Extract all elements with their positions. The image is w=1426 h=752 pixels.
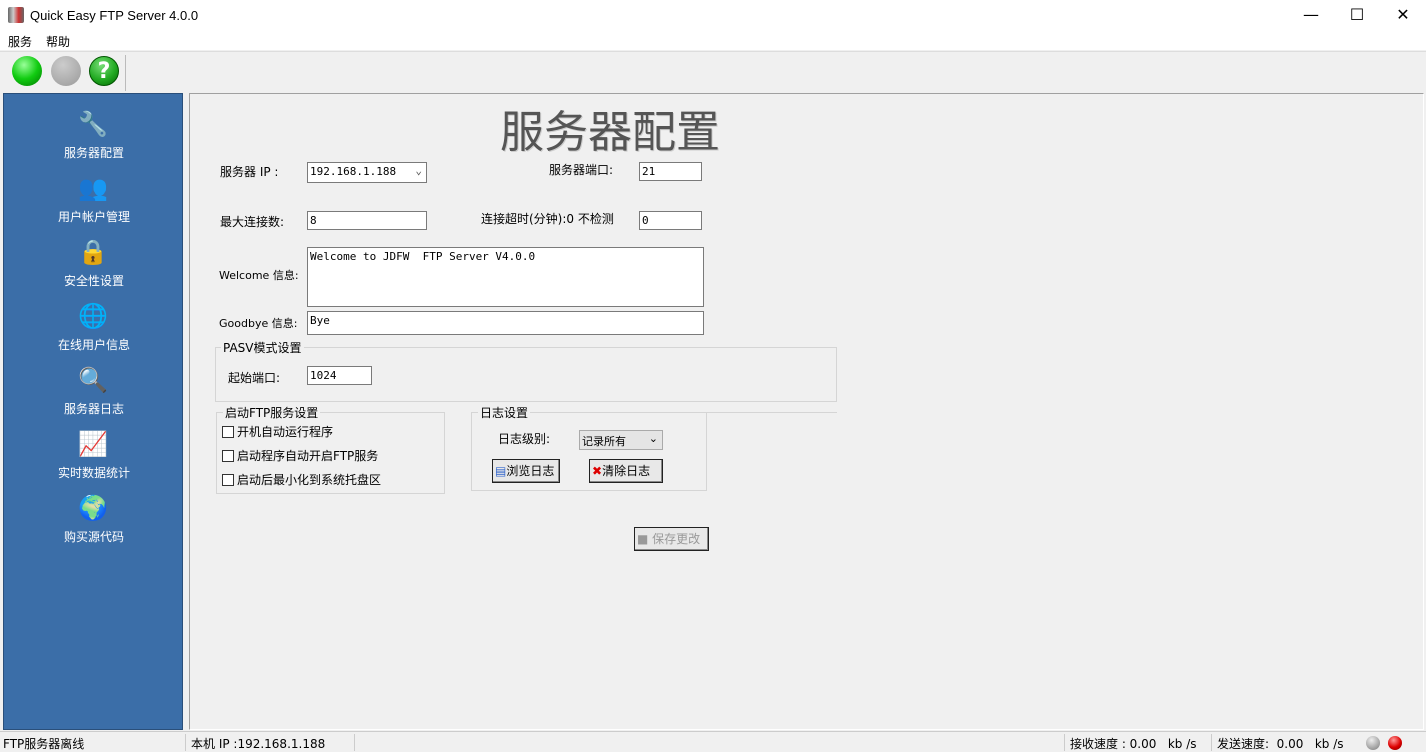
document-icon: ▤ <box>495 464 507 478</box>
button-label: 保存更改 <box>652 532 701 546</box>
maximize-button[interactable]: ☐ <box>1334 0 1380 32</box>
toolbar-divider <box>125 55 126 91</box>
sidebar-item-user-accounts[interactable]: 👥 用户帐户管理 <box>4 172 184 232</box>
save-icon: ■ <box>637 532 649 546</box>
autostart-ftp-checkbox[interactable]: 启动程序自动开启FTP服务 <box>222 447 378 464</box>
pulse-chart-icon: 📈 <box>78 430 108 458</box>
sidebar: 🔧 服务器配置 👥 用户帐户管理 🔒 安全性设置 🌐 在线用户信息 🔍 服务器日志 📈 实时… <box>3 93 183 730</box>
server-config-panel: 服务器配置 服务器 IP : 192.168.1.188 ⌄ 服务器端口: 21 … <box>189 93 1424 730</box>
sidebar-item-label: 实时数据统计 <box>57 466 130 480</box>
browse-log-button[interactable]: ▤浏览日志 <box>492 459 560 483</box>
divider <box>1211 734 1212 751</box>
sidebar-item-security[interactable]: 🔒 安全性设置 <box>4 236 184 296</box>
sidebar-item-online-users[interactable]: 🌐 在线用户信息 <box>4 300 184 360</box>
sidebar-item-label: 用户帐户管理 <box>57 210 130 224</box>
toolbar <box>0 51 1426 92</box>
save-changes-button[interactable]: ■ 保存更改 <box>634 527 709 551</box>
clear-log-button[interactable]: ✖清除日志 <box>589 459 663 483</box>
sidebar-item-label: 服务器日志 <box>63 402 124 416</box>
log-level-label: 日志级别: <box>498 432 551 446</box>
log-level-value: 记录所有 <box>582 435 626 448</box>
ie-globe-icon: 🌍 <box>78 494 108 522</box>
receive-speed: 接收速度 : 0.00 kb /s <box>1070 737 1197 751</box>
welcome-textarea[interactable]: Welcome to JDFW FTP Server V4.0.0 <box>307 247 704 307</box>
users-icon: 👥 <box>78 174 108 202</box>
sidebar-item-statistics[interactable]: 📈 实时数据统计 <box>4 428 184 488</box>
autorun-checkbox[interactable]: 开机自动运行程序 <box>222 423 333 440</box>
minimize-button[interactable]: — <box>1288 0 1334 32</box>
checkbox-label: 开机自动运行程序 <box>237 425 334 439</box>
send-speed: 发送速度: 0.00 kb /s <box>1217 737 1344 751</box>
app-icon <box>8 7 24 23</box>
timeout-input[interactable]: 0 <box>639 211 702 230</box>
red-indicator-icon <box>1388 736 1402 750</box>
delete-icon: ✖ <box>592 464 603 478</box>
pasv-group-title: PASV模式设置 <box>221 339 304 356</box>
goodbye-label: Goodbye 信息: <box>219 317 298 330</box>
checkbox-label: 启动程序自动开启FTP服务 <box>237 449 379 463</box>
title-bar: Quick Easy FTP Server 4.0.0 — ☐ ✕ <box>0 0 1426 32</box>
sidebar-item-server-log[interactable]: 🔍 服务器日志 <box>4 364 184 424</box>
port-input[interactable]: 21 <box>639 162 702 181</box>
pasv-start-port-input[interactable]: 1024 <box>307 366 372 385</box>
help-icon[interactable]: ? <box>89 56 119 86</box>
button-label: 清除日志 <box>602 464 651 478</box>
sidebar-item-label: 服务器配置 <box>63 146 124 160</box>
max-connections-label: 最大连接数: <box>220 215 285 229</box>
menu-help[interactable]: 帮助 <box>46 33 70 50</box>
timeout-label: 连接超时(分钟):0 不检测 <box>481 212 614 226</box>
ip-label: 服务器 IP : <box>220 165 279 179</box>
pasv-start-port-label: 起始端口: <box>228 371 281 385</box>
checkbox-label: 启动后最小化到系统托盘区 <box>237 473 382 487</box>
checkbox-box[interactable] <box>222 474 234 486</box>
sidebar-item-label: 在线用户信息 <box>57 338 130 352</box>
log-group-title: 日志设置 <box>478 404 531 421</box>
checkbox-box[interactable] <box>222 426 234 438</box>
startup-group-title: 启动FTP服务设置 <box>223 404 321 421</box>
divider <box>354 734 355 751</box>
log-level-select[interactable]: 记录所有 ⌄ <box>579 430 663 450</box>
menu-bar: 服务 帮助 <box>0 32 1426 50</box>
button-label: 浏览日志 <box>506 464 555 478</box>
local-ip: 本机 IP :192.168.1.188 <box>191 737 326 751</box>
sidebar-item-server-config[interactable]: 🔧 服务器配置 <box>4 108 184 168</box>
max-connections-input[interactable]: 8 <box>307 211 427 230</box>
chevron-down-icon: ⌄ <box>648 432 658 445</box>
tools-icon: 🔧 <box>78 110 108 138</box>
ip-value: 192.168.1.188 <box>310 165 397 178</box>
page-title: 服务器配置 <box>500 107 720 158</box>
stop-server-icon[interactable] <box>51 56 81 86</box>
close-button[interactable]: ✕ <box>1380 0 1426 32</box>
checkbox-box[interactable] <box>222 450 234 462</box>
divider <box>1064 734 1065 751</box>
start-server-icon[interactable] <box>12 56 42 86</box>
menu-service[interactable]: 服务 <box>8 33 32 50</box>
sidebar-item-label: 购买源代码 <box>63 530 124 544</box>
globe-users-icon: 🌐 <box>78 302 108 330</box>
lock-icon: 🔒 <box>78 238 108 266</box>
gray-indicator-icon <box>1366 736 1380 750</box>
ip-select[interactable]: 192.168.1.188 ⌄ <box>307 162 427 183</box>
chevron-down-icon: ⌄ <box>415 164 422 177</box>
log-search-icon: 🔍 <box>78 366 108 394</box>
minimize-to-tray-checkbox[interactable]: 启动后最小化到系统托盘区 <box>222 471 381 488</box>
server-status: FTP服务器离线 <box>3 737 85 751</box>
status-bar: FTP服务器离线 本机 IP :192.168.1.188 接收速度 : 0.0… <box>0 731 1426 752</box>
sidebar-item-label: 安全性设置 <box>63 274 124 288</box>
window-title: Quick Easy FTP Server 4.0.0 <box>30 8 199 23</box>
divider <box>707 412 837 413</box>
divider <box>185 734 186 751</box>
sidebar-item-buy-source[interactable]: 🌍 购买源代码 <box>4 492 184 552</box>
goodbye-input[interactable]: Bye <box>307 311 704 335</box>
welcome-label: Welcome 信息: <box>219 269 299 282</box>
port-label: 服务器端口: <box>549 163 614 177</box>
